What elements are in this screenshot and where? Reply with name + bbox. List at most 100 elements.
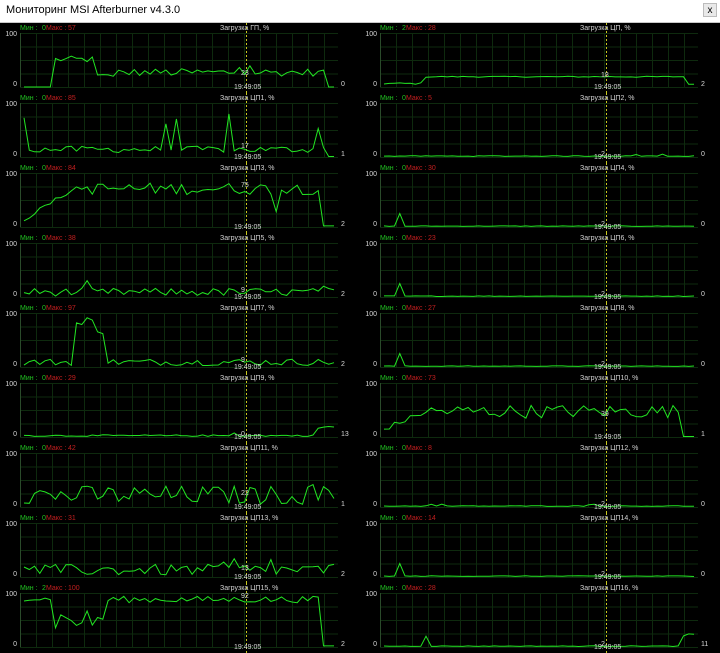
max-label-prefix: Макс : bbox=[46, 375, 67, 382]
graph-panel: Мин : 0 Макс : 30 Загрузка ЦП4, % 100 0 19:49… bbox=[360, 163, 720, 233]
cursor-value: 13 bbox=[241, 564, 249, 572]
graph-title: Загрузка ЦП9, % bbox=[220, 375, 275, 382]
series-line bbox=[23, 595, 334, 647]
min-label-prefix: Мин : bbox=[20, 445, 38, 452]
max-label-prefix: Макс : bbox=[46, 95, 67, 102]
close-button[interactable]: x bbox=[703, 3, 717, 17]
graph-panel: Мин : 0 Макс : 31 Загрузка ЦП13, % 100 0 19:4… bbox=[0, 513, 360, 583]
grid-lines bbox=[380, 173, 698, 228]
graph-title: Загрузка ЦП5, % bbox=[220, 235, 275, 242]
max-label-prefix: Макс : bbox=[406, 445, 427, 452]
series-line bbox=[383, 352, 695, 367]
series-line bbox=[23, 182, 334, 227]
current-value: 0 bbox=[701, 571, 705, 578]
graph-panel: Мин : 0 Макс : 29 Загрузка ЦП9, % 100 0 19:49… bbox=[0, 373, 360, 443]
graph-canvas bbox=[20, 163, 338, 233]
min-label-prefix: Мин : bbox=[380, 95, 398, 102]
graph-title: Загрузка ЦП3, % bbox=[220, 165, 275, 172]
series-line bbox=[23, 557, 335, 576]
current-value: 0 bbox=[341, 81, 345, 88]
graph-panel: Мин : 0 Макс : 57 Загрузка ГП, % 100 0 19:49:… bbox=[0, 23, 360, 93]
series-line bbox=[383, 633, 695, 648]
graph-title: Загрузка ЦП12, % bbox=[580, 445, 639, 452]
time-label: 19:49:05 bbox=[594, 84, 622, 91]
cursor-value: 2 bbox=[601, 501, 605, 509]
y-min-tick: 0 bbox=[13, 291, 17, 298]
graph-title: Загрузка ЦП15, % bbox=[220, 585, 279, 592]
graph-canvas bbox=[380, 583, 698, 653]
y-min-tick: 0 bbox=[13, 431, 17, 438]
max-label-prefix: Макс : bbox=[406, 95, 427, 102]
graph-canvas bbox=[380, 373, 698, 443]
current-value: 2 bbox=[341, 361, 345, 368]
min-label-prefix: Мин : bbox=[380, 445, 398, 452]
max-label-prefix: Макс : bbox=[46, 585, 67, 592]
graph-panel: Мин : 0 Макс : 42 Загрузка ЦП11, % 100 0 19:4… bbox=[0, 443, 360, 513]
max-value: 27 bbox=[428, 305, 436, 312]
y-max-tick: 100 bbox=[5, 171, 17, 178]
time-label: 19:49:05 bbox=[594, 154, 622, 161]
graph-title: Загрузка ЦП, % bbox=[580, 25, 631, 32]
y-max-tick: 100 bbox=[365, 31, 377, 38]
time-label: 19:49:05 bbox=[234, 154, 262, 161]
title-bar: Мониторинг MSI Afterburner v4.3.0 x bbox=[0, 0, 720, 23]
max-value: 14 bbox=[428, 515, 436, 522]
graphs-area: Мин : 0 Макс : 57 Загрузка ГП, % 100 0 19:49:… bbox=[0, 23, 720, 653]
y-max-tick: 100 bbox=[5, 451, 17, 458]
grid-lines bbox=[380, 453, 698, 508]
graph-title: Загрузка ЦП2, % bbox=[580, 95, 635, 102]
max-value: 30 bbox=[428, 165, 436, 172]
min-label-prefix: Мин : bbox=[380, 305, 398, 312]
cursor-value: 2 bbox=[601, 641, 605, 649]
graph-canvas bbox=[20, 373, 338, 443]
y-max-tick: 100 bbox=[5, 311, 17, 318]
min-label-prefix: Мин : bbox=[380, 515, 398, 522]
min-label-prefix: Мин : bbox=[380, 585, 398, 592]
min-label-prefix: Мин : bbox=[20, 95, 38, 102]
current-value: 0 bbox=[701, 291, 705, 298]
max-value: 85 bbox=[68, 95, 76, 102]
max-label-prefix: Макс : bbox=[406, 25, 427, 32]
y-max-tick: 100 bbox=[5, 521, 17, 528]
current-value: 0 bbox=[701, 361, 705, 368]
time-label: 19:49:05 bbox=[594, 364, 622, 371]
min-label-prefix: Мин : bbox=[380, 25, 398, 32]
graph-title: Загрузка ЦП14, % bbox=[580, 515, 639, 522]
graph-title: Загрузка ЦП8, % bbox=[580, 305, 635, 312]
cursor-value: 9 bbox=[241, 287, 245, 295]
grid-lines bbox=[20, 243, 338, 298]
grid-lines bbox=[20, 173, 338, 228]
graph-title: Загрузка ЦП13, % bbox=[220, 515, 279, 522]
time-label: 19:49:05 bbox=[234, 84, 262, 91]
time-label: 19:49:05 bbox=[594, 434, 622, 441]
max-value: 23 bbox=[428, 235, 436, 242]
max-label-prefix: Макс : bbox=[406, 165, 427, 172]
graph-canvas bbox=[380, 443, 698, 513]
graph-panel: Мин : 0 Макс : 97 Загрузка ЦП7, % 100 0 19:49… bbox=[0, 303, 360, 373]
grid-lines bbox=[20, 103, 338, 158]
series-line bbox=[383, 212, 695, 227]
graph-canvas bbox=[20, 303, 338, 373]
cursor-value: 0 bbox=[241, 430, 245, 438]
y-min-tick: 0 bbox=[373, 291, 377, 298]
y-max-tick: 100 bbox=[365, 521, 377, 528]
series-line bbox=[23, 113, 334, 157]
grid-lines bbox=[380, 33, 698, 88]
current-value: 2 bbox=[341, 291, 345, 298]
current-value: 13 bbox=[341, 431, 349, 438]
max-value: 57 bbox=[68, 25, 76, 32]
max-value: 29 bbox=[68, 375, 76, 382]
y-min-tick: 0 bbox=[13, 501, 17, 508]
graph-title: Загрузка ЦП7, % bbox=[220, 305, 275, 312]
min-label-prefix: Мин : bbox=[20, 375, 38, 382]
max-value: 5 bbox=[428, 95, 432, 102]
cursor-value: 22 bbox=[241, 490, 249, 498]
y-min-tick: 0 bbox=[13, 81, 17, 88]
time-label: 19:49:05 bbox=[234, 294, 262, 301]
min-label-prefix: Мин : bbox=[380, 165, 398, 172]
max-label-prefix: Макс : bbox=[406, 585, 427, 592]
current-value: 2 bbox=[701, 81, 705, 88]
graph-panel: Мин : 0 Макс : 28 Загрузка ЦП16, % 100 0 19:4… bbox=[360, 583, 720, 653]
time-label: 19:49:05 bbox=[234, 364, 262, 371]
current-value: 2 bbox=[341, 641, 345, 648]
